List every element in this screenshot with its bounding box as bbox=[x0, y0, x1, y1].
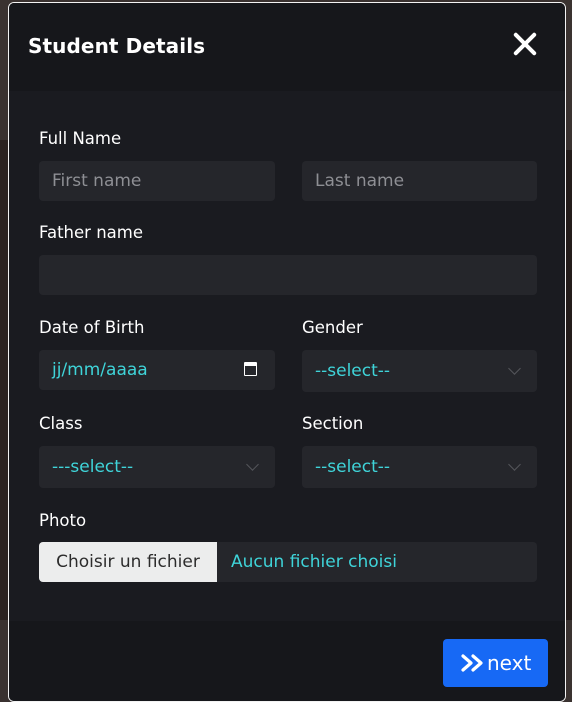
class-label: Class bbox=[39, 414, 83, 433]
father-name-label: Father name bbox=[39, 223, 143, 242]
father-name-input[interactable] bbox=[39, 255, 537, 295]
next-label: next bbox=[487, 651, 532, 675]
section-select[interactable]: --select-- bbox=[302, 446, 537, 488]
calendar-icon[interactable] bbox=[244, 362, 257, 376]
first-name-input[interactable] bbox=[39, 161, 275, 201]
close-icon[interactable] bbox=[511, 30, 539, 58]
chevron-down-icon bbox=[508, 458, 521, 471]
double-chevron-right-icon bbox=[461, 654, 483, 672]
modal-title: Student Details bbox=[28, 34, 206, 58]
choose-file-button[interactable]: Choisir un fichier bbox=[39, 542, 217, 582]
full-name-label: Full Name bbox=[39, 129, 122, 148]
modal-header: Student Details bbox=[9, 3, 565, 91]
dob-value: jj/mm/aaaa bbox=[52, 360, 148, 380]
chevron-down-icon bbox=[246, 458, 259, 471]
chevron-down-icon bbox=[508, 362, 521, 375]
photo-file-input[interactable]: Choisir un fichier Aucun fichier choisi bbox=[39, 542, 537, 582]
section-selected-value: --select-- bbox=[315, 457, 391, 477]
student-details-modal: Student Details Full Name Father name Da… bbox=[8, 2, 566, 702]
class-select[interactable]: ---select-- bbox=[39, 446, 275, 488]
gender-label: Gender bbox=[302, 318, 363, 337]
file-status-text: Aucun fichier choisi bbox=[231, 552, 397, 572]
dob-label: Date of Birth bbox=[39, 318, 145, 337]
last-name-input[interactable] bbox=[302, 161, 537, 201]
dob-input[interactable]: jj/mm/aaaa bbox=[39, 350, 275, 390]
next-button[interactable]: next bbox=[443, 639, 548, 687]
section-label: Section bbox=[302, 414, 364, 433]
gender-select[interactable]: --select-- bbox=[302, 350, 537, 392]
class-selected-value: ---select-- bbox=[52, 457, 134, 477]
photo-label: Photo bbox=[39, 511, 87, 530]
modal-footer: next bbox=[9, 621, 565, 701]
gender-selected-value: --select-- bbox=[315, 361, 391, 381]
